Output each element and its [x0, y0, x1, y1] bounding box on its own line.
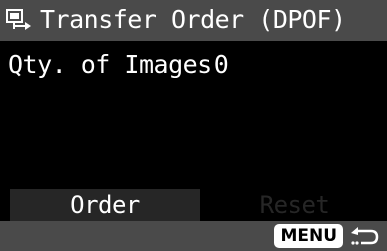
footer-bar: MENU: [0, 221, 387, 251]
menu-button[interactable]: MENU: [274, 224, 343, 248]
return-arrow-icon[interactable]: [349, 224, 381, 248]
action-button-row: Order Reset: [0, 189, 387, 221]
print-transfer-icon: [6, 9, 31, 30]
page-title: Transfer Order (DPOF): [40, 5, 346, 34]
dpof-transfer-order-screen: Transfer Order (DPOF) Qty. of Images0 Or…: [0, 0, 387, 251]
image-quantity-row: Qty. of Images0: [8, 50, 229, 80]
title-bar: Transfer Order (DPOF): [0, 0, 387, 41]
order-button-label: Order: [70, 191, 140, 219]
order-button[interactable]: Order: [10, 189, 200, 221]
image-quantity-value: 0: [213, 50, 229, 79]
image-quantity-label: Qty. of Images: [8, 50, 212, 79]
reset-button[interactable]: Reset: [202, 189, 387, 221]
reset-button-label: Reset: [259, 191, 330, 219]
